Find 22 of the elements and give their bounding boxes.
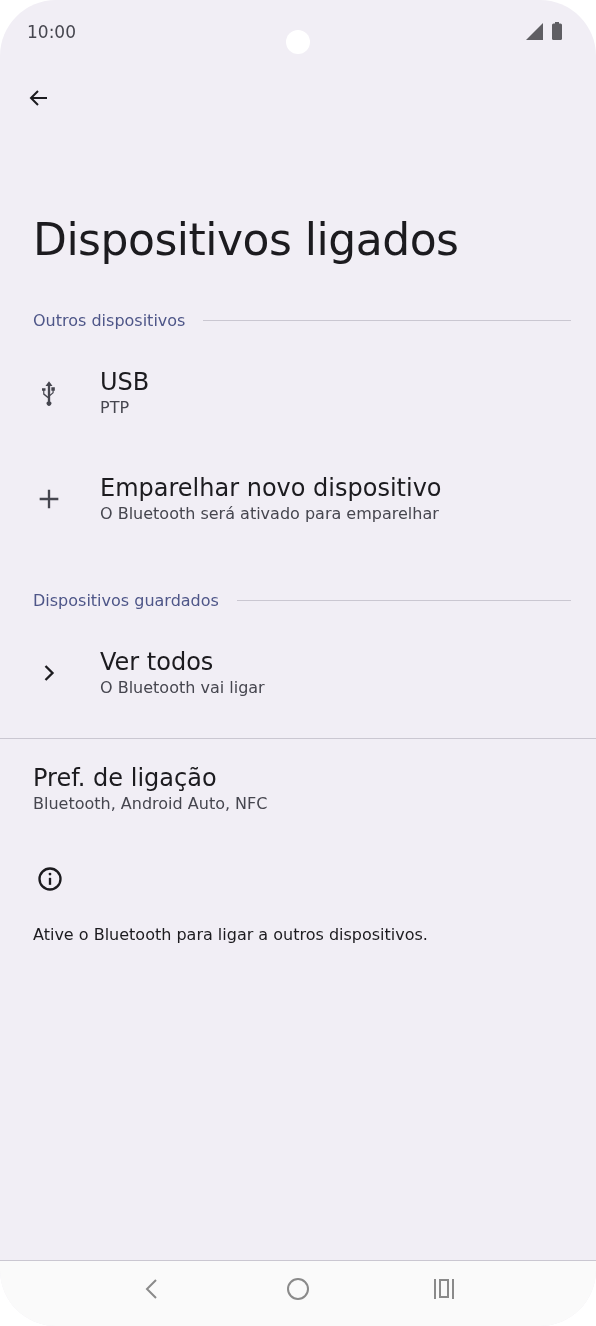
item-title: USB (100, 367, 150, 397)
recents-icon[interactable] (432, 1277, 456, 1301)
info-icon (36, 865, 64, 893)
section-header: Outros dispositivos (33, 310, 186, 330)
signal-icon (526, 23, 543, 40)
item-subtitle: O Bluetooth vai ligar (100, 677, 265, 699)
list-item[interactable]: Emparelhar novo dispositivo O Bluetooth será ativado para emparelhar (0, 446, 596, 552)
preferences-item[interactable]: Pref. de ligação Bluetooth, Android Auto, NFC (0, 739, 596, 815)
item-title: Pref. de ligação (33, 763, 218, 793)
item-title: Emparelhar novo dispositivo (100, 473, 442, 503)
battery-icon (552, 22, 562, 40)
list-item[interactable]: Ver todos O Bluetooth vai ligar (0, 620, 596, 726)
status-time: 10:00 (27, 22, 76, 42)
page-title: Dispositivos ligados (33, 213, 460, 267)
item-subtitle: PTP (100, 397, 131, 419)
item-subtitle: Bluetooth, Android Auto, NFC (33, 793, 269, 815)
list-item[interactable]: USB PTP (0, 340, 596, 446)
home-icon[interactable] (286, 1277, 310, 1301)
item-subtitle: O Bluetooth será ativado para emparelhar (100, 503, 440, 525)
info-text: Ative o Bluetooth para ligar a outros dispositivos. (33, 925, 429, 944)
section-header: Dispositivos guardados (33, 590, 219, 610)
item-title: Ver todos (100, 647, 215, 677)
